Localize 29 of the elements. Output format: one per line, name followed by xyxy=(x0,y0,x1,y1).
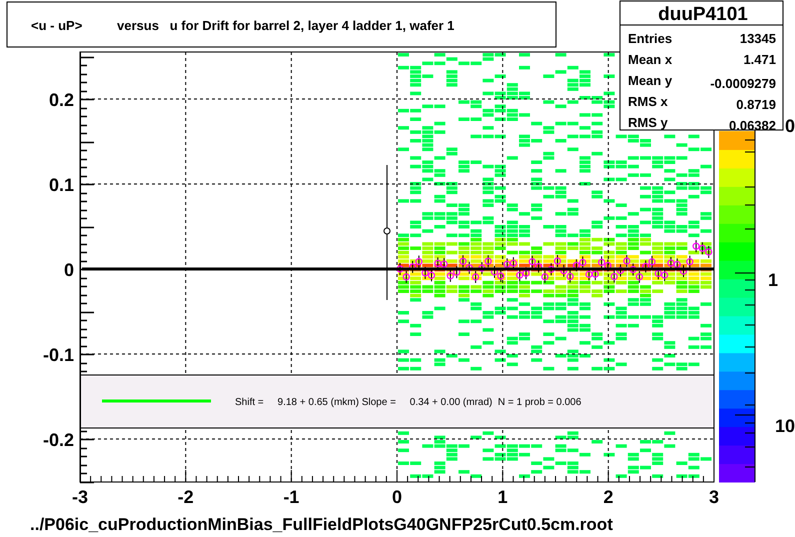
title-text: versus u for Drift for barrel 2, layer 4 ladder 1, wafer 1 xyxy=(117,18,454,33)
scale-label: 0 xyxy=(785,116,795,136)
stats-value: 1.471 xyxy=(743,52,776,67)
x-tick-label: 0 xyxy=(392,487,402,507)
file-path: ../P06ic_cuProductionMinBias_FullFieldPlotsG40GNFP25rCut0.5cm.root xyxy=(30,515,613,534)
stats-title: duuP4101 xyxy=(658,4,748,25)
legend-text: Shift = 9.18 + 0.65 (mkm) Slope = 0.34 + 0.00 (mrad) N = 1 prob = 0.006 xyxy=(235,397,582,408)
x-tick-label: 2 xyxy=(603,487,614,507)
y-tick-label: -0.2 xyxy=(42,430,74,450)
x-tick-label: -3 xyxy=(72,487,88,507)
y-tick-label: 0.2 xyxy=(48,90,74,110)
stats-value: 13345 xyxy=(740,31,776,46)
y-tick-label: -0.1 xyxy=(42,345,74,365)
stats-value: -0.0009279 xyxy=(710,76,776,91)
stats-label: RMS y xyxy=(628,115,668,130)
title-text: <u - uP> xyxy=(31,18,82,33)
y-tick-label: 0 xyxy=(64,260,74,280)
x-tick-label: -2 xyxy=(178,487,194,507)
x-tick-label: 3 xyxy=(709,487,719,507)
y-tick-label: 0.1 xyxy=(48,175,74,195)
scale-label: 10 xyxy=(775,416,795,436)
x-tick-label: -1 xyxy=(283,487,300,507)
stats-label: Mean x xyxy=(628,52,672,67)
x-tick-label: 1 xyxy=(498,487,508,507)
stats-label: RMS x xyxy=(628,94,668,109)
scale-label: 1 xyxy=(768,270,778,290)
stats-label: Mean y xyxy=(628,73,672,88)
stats-value: 0.8719 xyxy=(736,97,776,112)
stats-label: Entries xyxy=(628,31,672,46)
